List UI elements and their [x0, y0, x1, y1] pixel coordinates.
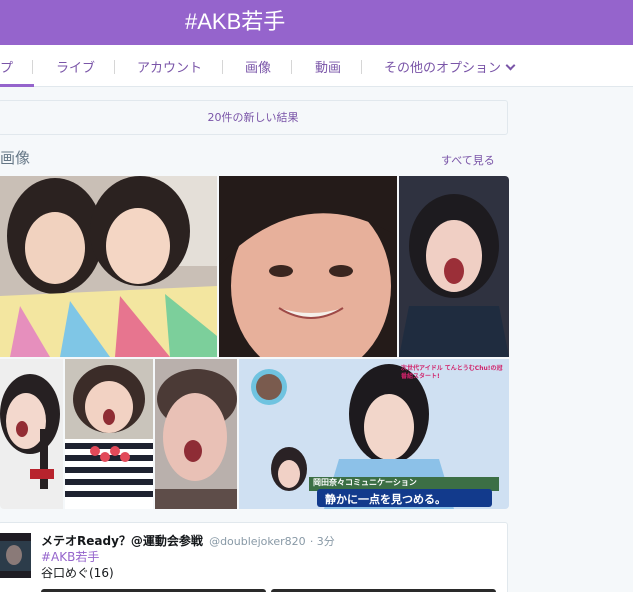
header-title: #AKB若手: [185, 9, 286, 34]
tweet-text: 谷口めぐ(16): [41, 566, 114, 580]
image-grid: 次世代アイドル てんとうむChu!の冠番組スタート! 岡田奈々コミュニケーション…: [0, 176, 509, 509]
tab-live[interactable]: ライブ: [56, 57, 95, 76]
search-tabs: プ ライブ アカウント 画像 動画 その他のオプション: [0, 45, 633, 87]
tab-divider: [222, 60, 223, 74]
new-results-button[interactable]: 20件の新しい結果: [0, 100, 508, 135]
image-tile[interactable]: [219, 176, 397, 357]
tab-videos[interactable]: 動画: [315, 57, 341, 76]
tab-divider: [32, 60, 33, 74]
active-tab-indicator: [0, 84, 34, 87]
tab-images[interactable]: 画像: [245, 57, 271, 76]
avatar[interactable]: [0, 533, 31, 578]
image-tile[interactable]: 次世代アイドル てんとうむChu!の冠番組スタート! 岡田奈々コミュニケーション…: [239, 359, 509, 509]
tile-banner-text: 次世代アイドル てんとうむChu!の冠番組スタート!: [401, 365, 503, 380]
tweet-author-handle[interactable]: @doublejoker820: [209, 535, 306, 548]
tab-divider: [361, 60, 362, 74]
tweet-author[interactable]: メテオReady？@運動会参戦 @doublejoker820 · 3分: [41, 532, 335, 549]
tweet-author-name[interactable]: メテオReady？@運動会参戦: [41, 534, 203, 548]
see-all-link[interactable]: すべて見る: [441, 152, 495, 168]
chevron-down-icon: [505, 60, 516, 71]
tab-divider: [114, 60, 115, 74]
image-tile[interactable]: [0, 176, 217, 357]
image-tile[interactable]: [65, 359, 153, 509]
image-tile[interactable]: [0, 359, 63, 509]
search-header: #AKB若手: [0, 0, 633, 45]
tile-subcaption: 岡田奈々コミュニケーション: [313, 478, 417, 487]
tile-caption: 静かに一点を見つめる。: [325, 493, 446, 506]
tab-accounts[interactable]: アカウント: [137, 57, 202, 76]
tweet-card[interactable]: メテオReady？@運動会参戦 @doublejoker820 · 3分 #AK…: [0, 522, 508, 592]
tweet-timestamp[interactable]: · 3分: [310, 535, 335, 548]
tweet-hashtag[interactable]: #AKB若手: [41, 548, 99, 565]
tab-more-options-label: その他のオプション: [384, 61, 502, 76]
image-tile[interactable]: [399, 176, 509, 357]
tab-top[interactable]: プ: [0, 57, 13, 76]
tab-divider: [291, 60, 292, 74]
image-tile[interactable]: [155, 359, 237, 509]
tab-more-options[interactable]: その他のオプション: [384, 57, 516, 76]
images-section-title: 画像: [0, 149, 31, 167]
